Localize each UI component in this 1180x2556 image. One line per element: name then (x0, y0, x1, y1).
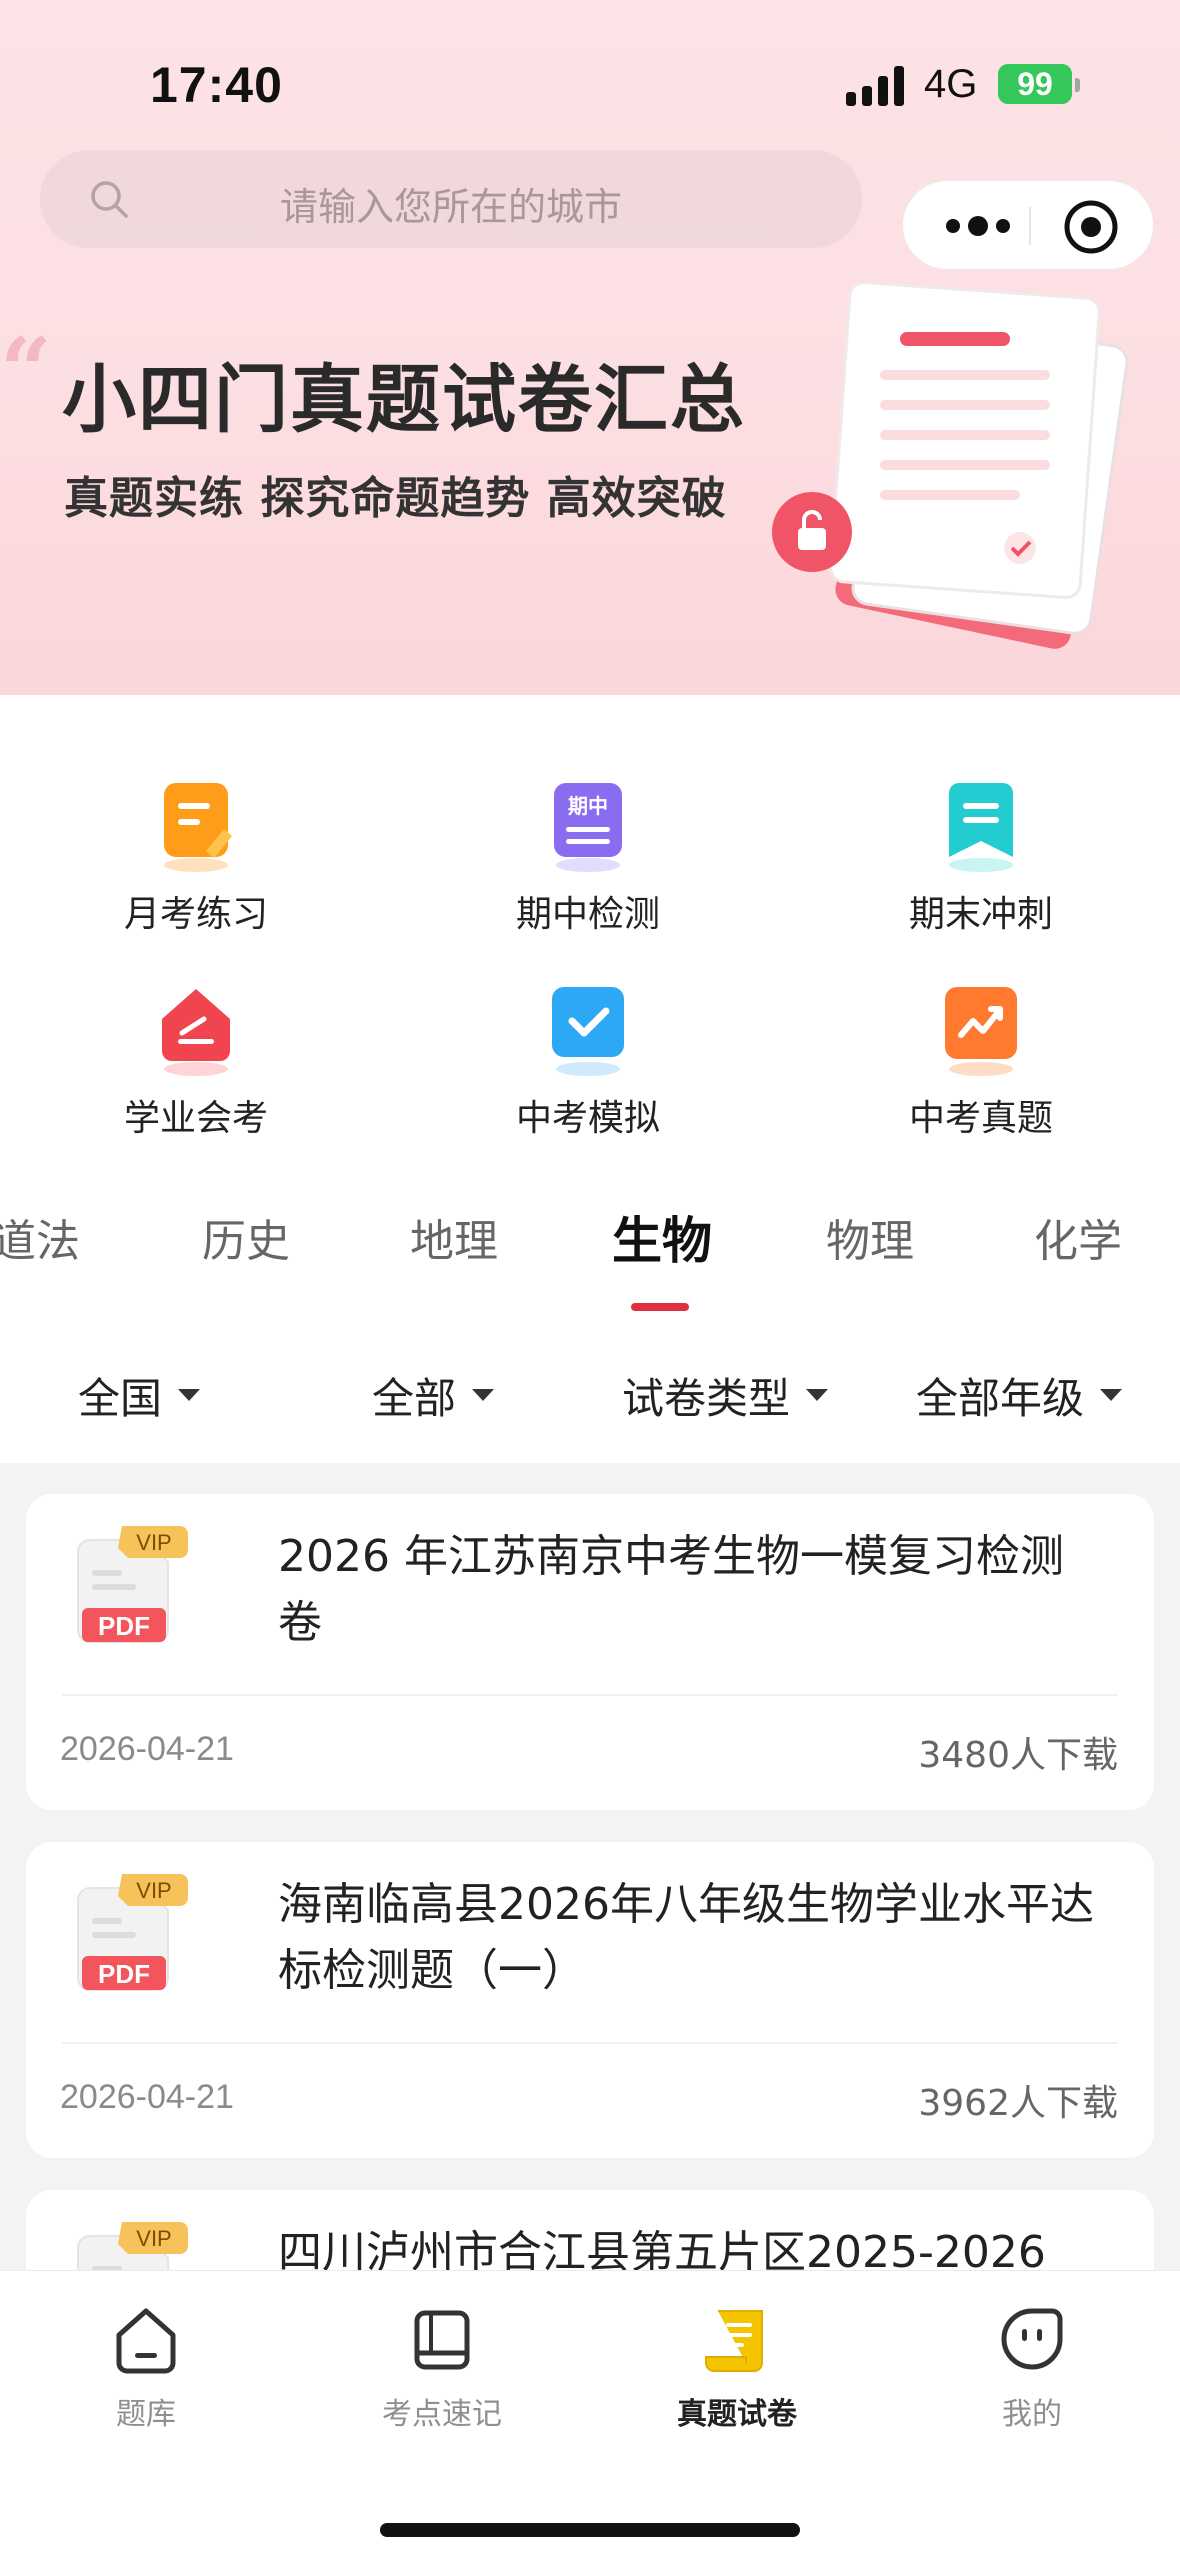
tabbar-key-points[interactable]: 考点速记 (342, 2305, 542, 2433)
tab-geography[interactable]: 地理 (410, 1205, 498, 1269)
battery-tip (1075, 78, 1080, 92)
tab-history[interactable]: 历史 (202, 1205, 290, 1269)
card-divider (62, 2042, 1118, 2044)
trend-icon (945, 987, 1017, 1076)
book-icon (414, 2310, 470, 2370)
search-icon (91, 181, 128, 218)
bookmark-icon (949, 783, 1013, 872)
filter-label: 全国 (78, 1373, 163, 1423)
tabbar-label: 我的 (1002, 2397, 1062, 2432)
filter-all[interactable]: 全部 (372, 1355, 495, 1435)
status-time: 17:40 (150, 57, 283, 113)
content-area: 月考练习 期中 期中检测 期末冲刺 学业会考 中考模拟 中考真题 道法 历史 地… (0, 695, 1180, 1463)
home-indicator (380, 2523, 800, 2537)
paper-downloads: 3962人下载 (918, 2083, 1118, 2124)
tabbar-label: 题库 (116, 2397, 176, 2432)
category-academic-test[interactable]: 学业会考 (46, 981, 346, 1161)
file-type-text: PDF (98, 1611, 150, 1641)
filter-region[interactable]: 全国 (78, 1355, 201, 1435)
caret-down-icon (178, 1389, 201, 1401)
bottom-tab-bar: 题库 考点速记 真题试卷 我的 (0, 2270, 1180, 2556)
note-icon (164, 783, 232, 872)
category-label: 月考练习 (123, 894, 268, 935)
paper-title: 2026 年江苏南京中考生物一模复习检测卷 (278, 1531, 1064, 1648)
close-target-icon[interactable] (1063, 199, 1119, 255)
category-label: 中考模拟 (515, 1098, 660, 1139)
filter-row: 全国 全部 试卷类型 全部年级 (0, 1355, 1180, 1435)
pdf-vip-icon: PDF VIP (77, 1874, 188, 1991)
paper-card[interactable]: PDF VIP 海南临高县2026年八年级生物学业水平达标检测题（一） 2026… (26, 1842, 1154, 2158)
quote-mark-decoration: “ (0, 318, 52, 424)
header-banner: 17:40 4G 99 请输入您所在的城市 “ 小四门真题试卷汇总 真题实练 探… (0, 0, 1180, 695)
check-icon (552, 987, 624, 1076)
filter-paper-type[interactable]: 试卷类型 (622, 1355, 829, 1435)
midterm-icon: 期中 (554, 783, 622, 872)
category-midterm[interactable]: 期中 期中检测 (438, 777, 738, 957)
caret-down-icon (806, 1389, 829, 1401)
search-input[interactable]: 请输入您所在的城市 (40, 150, 862, 248)
tab-chemistry[interactable]: 化学 (1034, 1205, 1122, 1269)
filter-label: 全部年级 (916, 1373, 1085, 1423)
signal-icon (846, 66, 908, 106)
paper-date: 2026-04-21 (60, 2078, 234, 2116)
file-type-text: PDF (98, 1959, 150, 1989)
paper-title: 海南临高县2026年八年级生物学业水平达标检测题（一） (278, 1879, 1094, 1996)
tabbar-profile[interactable]: 我的 (932, 2305, 1132, 2433)
tabbar-real-papers[interactable]: 真题试卷 (637, 2305, 837, 2433)
tabbar-question-bank[interactable]: 题库 (46, 2305, 246, 2433)
filter-grade[interactable]: 全部年级 (916, 1355, 1123, 1435)
category-label: 中考真题 (908, 1098, 1053, 1139)
category-final-sprint[interactable]: 期末冲刺 (831, 777, 1131, 957)
tab-biology[interactable]: 生物 (612, 1201, 712, 1273)
card-divider (62, 1694, 1118, 1696)
tabbar-label: 真题试卷 (677, 2397, 797, 2432)
filter-label: 试卷类型 (622, 1373, 791, 1423)
pdf-vip-icon: PDF VIP (77, 1526, 188, 1643)
caret-down-icon (1100, 1389, 1123, 1401)
capsule-divider (1029, 207, 1031, 245)
more-icon[interactable] (933, 201, 1023, 251)
tab-morality-law[interactable]: 道法 (0, 1205, 80, 1269)
paper-date: 2026-04-21 (60, 1730, 234, 1768)
exam-paper-illustration (772, 281, 1129, 649)
banner-subtitle: 真题实练 探究命题趋势 高效突破 (64, 473, 727, 524)
mini-program-capsule (902, 180, 1154, 270)
subject-tabs: 道法 历史 地理 生物 物理 化学 (0, 1205, 1180, 1305)
home-pencil-icon (162, 989, 230, 1076)
battery-level: 99 (1017, 66, 1053, 102)
category-label: 学业会考 (123, 1098, 268, 1139)
paper-downloads: 3480人下载 (918, 1735, 1118, 1776)
tabbar-label: 考点速记 (382, 2397, 502, 2432)
tab-physics[interactable]: 物理 (826, 1205, 914, 1269)
scroll-icon (705, 2310, 763, 2372)
category-monthly-exam[interactable]: 月考练习 (46, 777, 346, 957)
filter-label: 全部 (372, 1373, 457, 1423)
caret-down-icon (472, 1389, 495, 1401)
search-placeholder: 请输入您所在的城市 (280, 185, 623, 229)
category-mock-exam[interactable]: 中考模拟 (438, 981, 738, 1161)
vip-badge: VIP (136, 2226, 171, 2251)
vip-badge: VIP (136, 1878, 171, 1903)
status-bar: 17:40 4G 99 (0, 0, 1180, 150)
battery-icon: 99 (998, 64, 1072, 104)
category-label: 期中检测 (515, 894, 660, 935)
home-icon (116, 2308, 176, 2374)
svg-text:期中: 期中 (568, 794, 608, 818)
vip-badge: VIP (136, 1530, 171, 1555)
paper-card[interactable]: PDF VIP 2026 年江苏南京中考生物一模复习检测卷 2026-04-21… (26, 1494, 1154, 1810)
profile-face-icon (1001, 2308, 1063, 2370)
banner-title: 小四门真题试卷汇总 (62, 357, 746, 443)
category-label: 期末冲刺 (908, 894, 1053, 935)
network-type: 4G (924, 62, 978, 106)
category-real-exam[interactable]: 中考真题 (831, 981, 1131, 1161)
active-tab-indicator (631, 1303, 689, 1311)
